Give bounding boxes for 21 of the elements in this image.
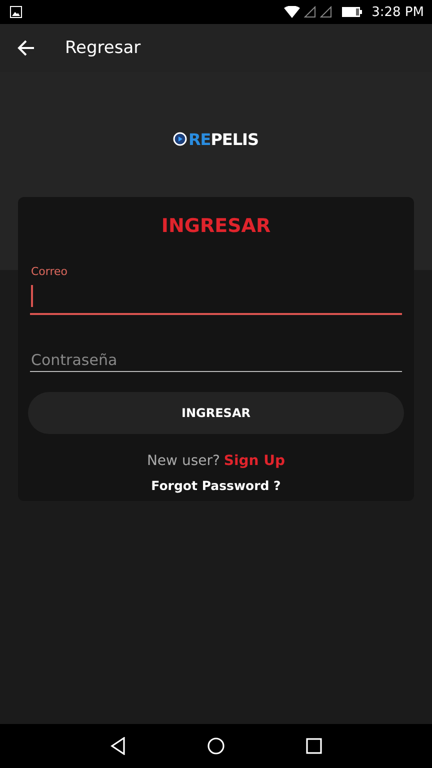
page-title: Regresar: [65, 38, 141, 58]
signup-link[interactable]: Sign Up: [224, 453, 286, 469]
logo-text: REPELIS: [188, 130, 259, 148]
status-time: 3:28 PM: [372, 4, 424, 20]
field-label: Correo: [31, 265, 68, 278]
forgot-password-link[interactable]: Forgot Password ?: [151, 478, 281, 493]
email-field[interactable]: Correo: [30, 265, 402, 315]
back-arrow-icon[interactable]: [17, 39, 35, 57]
login-button[interactable]: INGRESAR: [28, 392, 404, 434]
password-field[interactable]: Contraseña: [30, 345, 402, 372]
recents-icon[interactable]: [306, 738, 322, 754]
signal-icon: [304, 6, 316, 18]
wifi-icon: [284, 6, 300, 18]
battery-icon: [342, 7, 362, 17]
card-title: INGRESAR: [161, 215, 271, 237]
signal-icon: [320, 6, 332, 18]
home-icon[interactable]: [206, 737, 225, 755]
back-icon[interactable]: [110, 737, 126, 755]
play-circle-icon: [173, 132, 188, 146]
image-icon: [10, 6, 22, 18]
signup-prompt: New user?: [146, 453, 220, 469]
